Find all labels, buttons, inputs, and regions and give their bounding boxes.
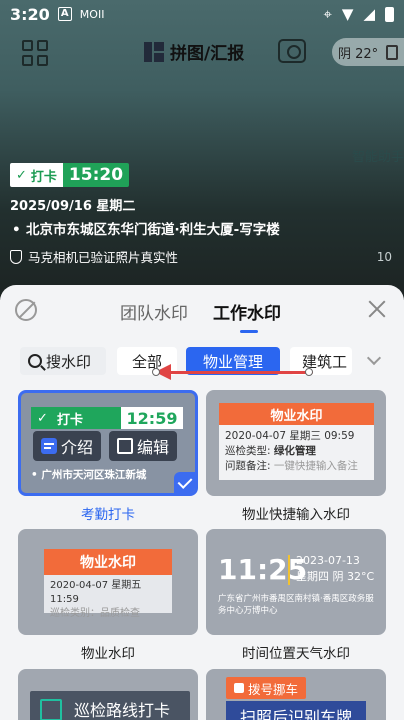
watermark-card-attendance[interactable]: ✓ 打卡 12:59 介绍 编辑 • 广州市天河区珠江新城 [18,390,198,496]
status-time: 3:20 [10,4,50,24]
card-place: 广东省广州市番禺区南村镇·番禺区政务服务中心万博中心 [218,594,374,616]
edit-icon [117,438,134,454]
card-line: 2020-04-07 星期五 11:59 [50,580,142,605]
phone-icon [234,683,244,693]
battery-icon [385,6,394,22]
weather-text: 阴 22° [338,46,379,62]
card-key: 问题备注: [225,460,271,472]
sheet-tabs: 团队水印 工作水印 [0,285,404,333]
card-line: 巡检类别：品质检查 [50,608,140,619]
card-tag-time: 12:59 [121,407,183,429]
card-label-time-weather: 时间位置天气水印 [242,646,350,662]
check-icon: ✓ [16,167,27,183]
card-value: 一键快捷输入备注 [273,460,358,472]
card-weather: 星期四 阴 32°C [296,570,375,583]
search-label: 搜水印 [46,352,92,371]
card-actions: 介绍 编辑 [33,431,178,461]
carrier-label: MOII [79,7,105,21]
intro-icon [41,438,57,454]
watermark-card-time-weather[interactable]: 11:25 2023-07-13 星期四 阴 32°C 广东省广州市番禺区南村镇… [206,529,386,635]
search-watermark-button[interactable]: 搜水印 [20,347,106,375]
chevron-down-icon[interactable] [366,350,382,366]
no-watermark-icon[interactable] [15,299,37,321]
photo-count: 10 [376,250,392,264]
card-body: 2020-04-07 星期五 11:59 巡检类别：品质检查 [44,575,172,619]
verified-row: 马克相机已验证照片真实性 [10,247,310,266]
watermark-sheet: 团队水印 工作水印 搜水印 全部 物业管理 建筑工 ✓ 打卡 12:59 介绍 [0,285,404,720]
card-location: • 广州市天河区珠江新城 [31,469,147,481]
location-icon: ⌖ [323,5,332,23]
card-label-property-quick: 物业快捷输入水印 [242,507,350,523]
watermark-card-patrol[interactable]: 巡检路线打卡 [18,669,198,720]
weather-pill[interactable]: 阴 22° [332,38,404,66]
card-line: 2020-04-07 星期三 09:59 [225,430,355,442]
card-label-attendance: 考勤打卡 [81,507,135,523]
card-value: 绿化管理 [273,445,316,457]
tab-work-watermark[interactable]: 工作水印 [213,299,281,324]
watermark-card-property[interactable]: 物业水印 2020-04-07 星期五 11:59 巡检类别：品质检查 [18,529,198,635]
document-icon [386,44,399,60]
signal-icon: ◢ [363,5,375,23]
verified-text: 马克相机已验证照片真实性 [28,250,179,265]
card-clock: 11:25 [218,553,308,586]
call-label: 拨号挪车 [248,681,299,697]
grid-menu-icon[interactable] [22,40,50,68]
card-date: 2023-07-13 [296,554,360,567]
card-label-property: 物业水印 [81,646,135,662]
swipe-arrow-annotation [152,364,313,380]
tab-team-watermark[interactable]: 团队水印 [120,299,188,324]
card-tag: ✓ 打卡 [31,407,121,429]
intro-label: 介绍 [61,438,94,457]
watermark-card-property-quick[interactable]: 物业水印 2020-04-07 星期三 09:59 巡检类型: 绿化管理 问题备… [206,390,386,496]
edit-button[interactable]: 编辑 [109,431,178,461]
smart-assistant-link[interactable]: 智能助手 [352,146,404,165]
card-divider [288,555,290,585]
card-header: 物业水印 [219,403,374,425]
close-icon[interactable] [366,298,388,320]
checkin-label: 打卡 [30,169,57,185]
edit-label: 编辑 [137,438,170,457]
watermark-card-move-car[interactable]: 拨号挪车 扫照后识别车牌 [206,669,386,720]
status-bar: 3:20 A MOII ⌖ ▼ ◢ [0,0,404,28]
card-tag-label: 打卡 [56,412,83,428]
search-icon [28,354,42,368]
card-banner: 扫照后识别车牌 [226,701,366,720]
watermark-preview[interactable]: ✓打卡 15:20 2025/09/16 星期二 北京市东城区东华门街道·利生大… [10,163,310,266]
switch-camera-icon[interactable] [278,39,306,63]
selected-check-icon [174,472,195,493]
card-body: 2020-04-07 星期三 09:59 巡检类型: 绿化管理 问题备注: 一键… [219,425,374,480]
card-datetime: 2023-07-13 星期四 阴 32°C [296,553,374,585]
watermark-address: 北京市东城区东华门街道·利生大厦-写字楼 [10,220,310,241]
collage-icon [144,41,164,62]
camera-toolbar: 拼图/汇报 阴 22° [0,30,404,78]
merge-report-button[interactable]: 拼图/汇报 [144,39,244,64]
card-header: 物业水印 [44,549,172,575]
checkin-badge: ✓ 打卡 15:20 [10,163,130,187]
active-tab-indicator [240,330,258,333]
card-line: 问题备注: 一键快捷输入备注 [225,459,368,474]
shield-icon [10,249,22,264]
intro-button[interactable]: 介绍 [33,431,102,461]
card-line: 巡检类型: 绿化管理 [225,444,368,459]
card-key: 巡检类型: [225,445,271,457]
watermark-date: 2025/09/16 星期二 [10,199,136,214]
card-partial-text: 巡检路线打卡 [74,701,171,720]
app-notification-icon: A [57,7,72,21]
wifi-icon: ▼ [341,5,354,23]
checkin-time: 15:20 [62,163,130,187]
qr-icon [40,699,62,720]
call-badge: 拨号挪车 [226,677,307,699]
merge-report-label: 拼图/汇报 [170,44,245,64]
